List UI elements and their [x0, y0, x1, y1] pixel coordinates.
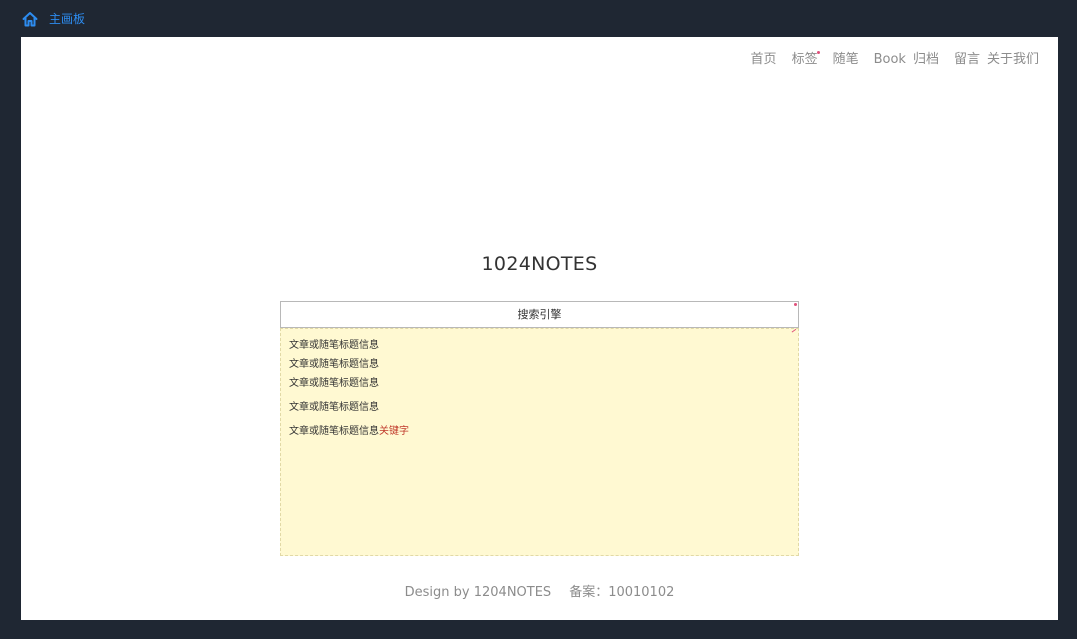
result-item-title: 文章或随笔标题信息	[289, 426, 379, 437]
search-box-marker	[794, 303, 797, 306]
search-box	[280, 301, 799, 328]
footer-design-credit: Design by 1204NOTES	[404, 585, 552, 600]
search-results-panel: 文章或随笔标题信息 文章或随笔标题信息 文章或随笔标题信息 文章或随笔标题信息 …	[280, 328, 799, 556]
top-bar: 主画板	[0, 0, 1077, 37]
results-panel-marker	[791, 328, 798, 335]
result-keyword-highlight: 关键字	[379, 426, 409, 437]
result-item-with-keyword[interactable]: 文章或随笔标题信息关键字	[289, 425, 798, 438]
nav-item-book[interactable]: Book	[874, 52, 906, 68]
result-item[interactable]: 文章或随笔标题信息	[289, 358, 798, 371]
result-item[interactable]: 文章或随笔标题信息	[289, 377, 798, 390]
nav-item-essays[interactable]: 随笔	[833, 52, 859, 68]
nav-item-guestbook[interactable]: 留言	[954, 52, 980, 68]
footer: Design by 1204NOTES 备案：10010102	[21, 585, 1058, 601]
home-icon[interactable]	[22, 11, 38, 27]
footer-record-number: 备案：10010102	[569, 585, 675, 600]
artboard-canvas: 首页 标签 随笔 Book 归档 留言 关于我们 1024NOTES 文章或随笔…	[21, 37, 1058, 620]
nav-item-tags[interactable]: 标签	[791, 51, 820, 68]
nav-item-archive[interactable]: 归档	[913, 52, 939, 68]
breadcrumb-label[interactable]: 主画板	[49, 11, 85, 27]
nav-item-home[interactable]: 首页	[751, 52, 777, 68]
nav-item-tags-label: 标签	[791, 52, 818, 67]
result-item[interactable]: 文章或随笔标题信息	[289, 339, 798, 352]
nav-item-about[interactable]: 关于我们	[987, 52, 1039, 68]
nav-item-tags-marker	[816, 51, 820, 54]
search-input[interactable]	[281, 302, 798, 327]
site-title: 1024NOTES	[481, 253, 598, 275]
result-item[interactable]: 文章或随笔标题信息	[289, 401, 798, 414]
main-nav: 首页 标签 随笔 Book 归档 留言 关于我们	[751, 51, 1039, 68]
